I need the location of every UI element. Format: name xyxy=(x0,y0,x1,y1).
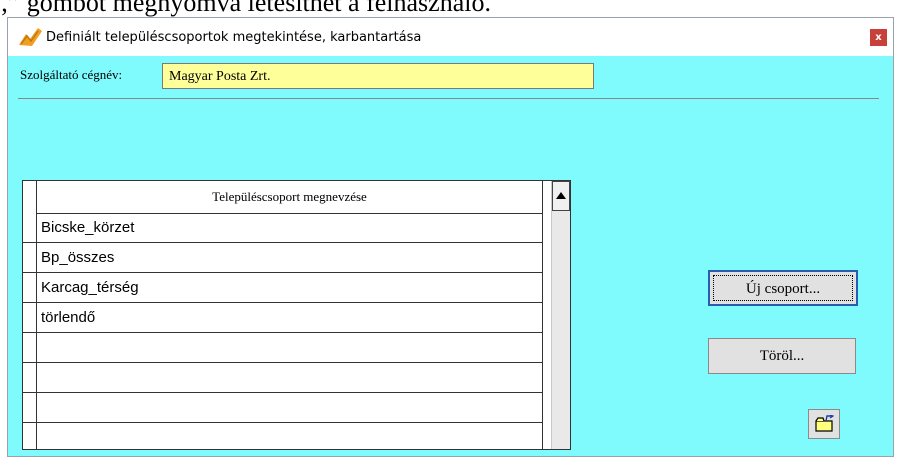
row-marker[interactable] xyxy=(23,303,36,333)
delete-button[interactable]: Töröl... xyxy=(708,338,856,374)
row-marker[interactable] xyxy=(23,333,36,363)
window-title: Definiált településcsoportok megtekintés… xyxy=(46,30,422,45)
grid-column-divider xyxy=(542,181,543,449)
grid-row[interactable] xyxy=(37,393,542,423)
new-group-button[interactable]: Új csoport... xyxy=(708,270,858,306)
grid-row[interactable]: Karcag_térség xyxy=(37,273,542,303)
arrow-up-icon xyxy=(556,192,566,199)
open-folder-icon xyxy=(815,415,835,432)
document-caption: ‚” gombot megnyomva létesíthet a felhasz… xyxy=(0,0,491,17)
row-marker[interactable] xyxy=(23,393,36,423)
app-icon xyxy=(16,25,44,49)
row-marker[interactable] xyxy=(23,213,36,243)
row-marker[interactable] xyxy=(23,243,36,273)
provider-name-field[interactable]: Magyar Posta Zrt. xyxy=(162,63,594,89)
scroll-up-button[interactable] xyxy=(552,181,570,211)
separator-line xyxy=(18,98,879,99)
new-group-button-label: Új csoport... xyxy=(713,275,853,301)
row-marker[interactable] xyxy=(23,363,36,393)
close-button[interactable]: x xyxy=(870,29,887,46)
grid-row[interactable] xyxy=(37,363,542,393)
group-grid[interactable]: Településcsoport megnevzése Bicske_körze… xyxy=(22,180,571,450)
provider-label: Szolgáltató cégnév: xyxy=(20,67,123,82)
open-folder-button[interactable] xyxy=(808,409,840,439)
title-bar: Definiált településcsoportok megtekintés… xyxy=(8,18,893,56)
grid-row[interactable] xyxy=(37,423,542,449)
column-header-group-name[interactable]: Településcsoport megnevzése xyxy=(37,181,542,214)
grid-row[interactable]: Bicske_körzet xyxy=(37,213,542,243)
row-marker[interactable] xyxy=(23,273,36,303)
grid-row[interactable]: törlendő xyxy=(37,303,542,333)
dialog-window: Definiált településcsoportok megtekintés… xyxy=(7,17,894,457)
grid-row[interactable] xyxy=(37,333,542,363)
row-marker[interactable] xyxy=(23,423,36,449)
vertical-scrollbar[interactable] xyxy=(551,181,570,449)
grid-row[interactable]: Bp_összes xyxy=(37,243,542,273)
